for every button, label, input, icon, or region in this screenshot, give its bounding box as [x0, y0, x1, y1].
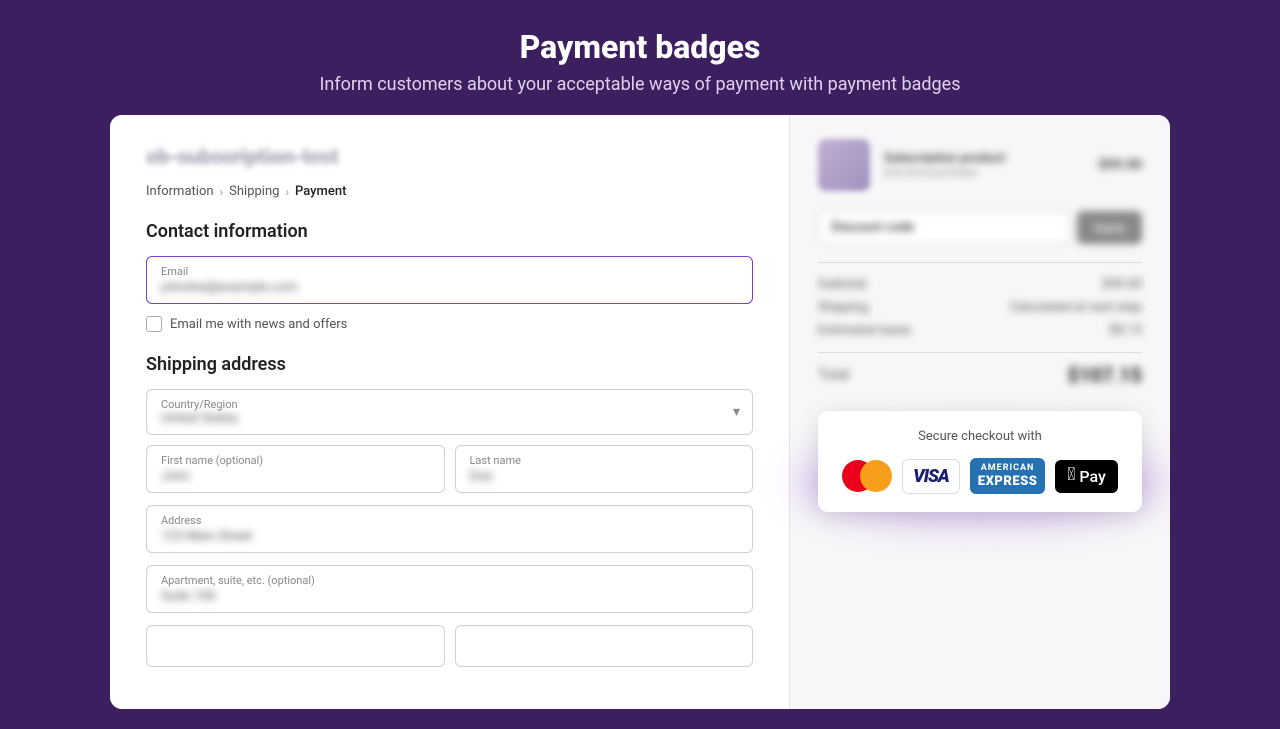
apt-field-group: Apartment, suite, etc. (optional) Suite …: [146, 565, 753, 613]
shipping-section: Shipping address Country/Region United S…: [146, 354, 753, 667]
breadcrumb-information[interactable]: Information: [146, 184, 214, 199]
amex-icon: AMERICAN EXPRESS: [970, 458, 1046, 494]
order-item-price: $99.00: [1098, 157, 1142, 173]
breadcrumb-sep-1: ›: [220, 185, 224, 199]
total-label: Total: [818, 367, 849, 383]
apple-pay-text: Pay: [1079, 467, 1105, 486]
promo-input[interactable]: Discount code: [818, 211, 1069, 244]
address-value: 123 Main Street: [161, 529, 738, 544]
estimated-value: $8.15: [1109, 323, 1142, 338]
contact-section-title: Contact information: [146, 221, 753, 242]
country-field-wrapper[interactable]: Country/Region United States ▾: [146, 389, 753, 435]
payment-badges-card: Secure checkout with VISA AMERICAN EXPRE…: [818, 411, 1142, 512]
city-field[interactable]: [146, 625, 445, 667]
first-name-wrapper: First name (optional) John: [146, 445, 445, 493]
apt-field[interactable]: Apartment, suite, etc. (optional) Suite …: [146, 565, 753, 613]
apple-pay-icon:  Pay: [1055, 460, 1117, 493]
main-container: cb-subscription-test Information › Shipp…: [110, 115, 1170, 709]
breadcrumb-shipping[interactable]: Shipping: [229, 184, 279, 199]
amex-main-text: EXPRESS: [978, 474, 1038, 490]
shipping-label: Shipping: [818, 300, 868, 315]
apt-value: Suite 100: [161, 589, 738, 604]
country-value: United States: [161, 411, 716, 426]
name-row: First name (optional) John Last name Doe: [146, 445, 753, 493]
estimated-label: Estimated taxes: [818, 323, 911, 338]
address-field[interactable]: Address 123 Main Street: [146, 505, 753, 553]
newsletter-label: Email me with news and offers: [170, 317, 347, 332]
order-summary: Subtotal $99.00 Shipping Calculated at n…: [818, 262, 1142, 338]
chevron-down-icon: ▾: [733, 404, 740, 420]
newsletter-checkbox[interactable]: [146, 316, 162, 332]
country-label: Country/Region: [161, 398, 716, 411]
estimated-taxes-row: Estimated taxes $8.15: [818, 323, 1142, 338]
order-item-sub: One-time purchase: [884, 166, 1084, 179]
subtotal-label: Subtotal: [818, 277, 866, 292]
visa-icon: VISA: [902, 459, 960, 494]
breadcrumb: Information › Shipping › Payment: [146, 184, 753, 199]
shipping-section-title: Shipping address: [146, 354, 753, 375]
apt-label: Apartment, suite, etc. (optional): [161, 574, 738, 587]
contact-section: Contact information Email johndoe@exampl…: [146, 221, 753, 332]
checkout-form-panel: cb-subscription-test Information › Shipp…: [110, 115, 790, 709]
amex-top-text: AMERICAN: [978, 463, 1038, 474]
email-value: johndoe@example.com: [161, 280, 738, 295]
payment-badges-wrapper: Secure checkout with VISA AMERICAN EXPRE…: [818, 411, 1142, 512]
shipping-value: Calculated at next step: [1010, 300, 1142, 315]
address-field-group: Address 123 Main Street: [146, 505, 753, 553]
order-item-details: Subscription product One-time purchase: [884, 151, 1084, 179]
mastercard-icon: [842, 460, 892, 492]
email-input-wrapper[interactable]: Email johndoe@example.com: [146, 256, 753, 304]
first-name-value: John: [161, 469, 430, 484]
address-label: Address: [161, 514, 738, 527]
order-item-name: Subscription product: [884, 151, 1084, 166]
store-name: cb-subscription-test: [146, 145, 753, 170]
promo-row: Discount code Apply: [818, 211, 1142, 244]
subtotal-row: Subtotal $99.00: [818, 277, 1142, 292]
mc-circle-right: [860, 460, 892, 492]
last-name-label: Last name: [470, 454, 739, 467]
breadcrumb-sep-2: ›: [285, 185, 289, 199]
total-row: Total $107.15: [818, 352, 1142, 397]
subtotal-value: $99.00: [1102, 277, 1142, 292]
newsletter-row: Email me with news and offers: [146, 316, 753, 332]
page-subtitle: Inform customers about your acceptable w…: [40, 74, 1240, 95]
payment-icons-row: VISA AMERICAN EXPRESS  Pay: [840, 458, 1120, 494]
email-label: Email: [161, 265, 738, 278]
last-name-wrapper: Last name Doe: [455, 445, 754, 493]
page-title: Payment badges: [40, 28, 1240, 66]
total-amount: $107.15: [1067, 363, 1142, 387]
promo-apply-button[interactable]: Apply: [1077, 211, 1142, 244]
breadcrumb-payment[interactable]: Payment: [295, 184, 346, 199]
first-name-field[interactable]: First name (optional) John: [146, 445, 445, 493]
last-name-value: Doe: [470, 469, 739, 484]
page-header: Payment badges Inform customers about yo…: [0, 0, 1280, 115]
order-summary-panel: Subscription product One-time purchase $…: [790, 115, 1170, 709]
secure-checkout-text: Secure checkout with: [840, 429, 1120, 444]
city-state-row: [146, 625, 753, 667]
first-name-label: First name (optional): [161, 454, 430, 467]
order-item-image: [818, 139, 870, 191]
state-field[interactable]: [455, 625, 754, 667]
shipping-row: Shipping Calculated at next step: [818, 300, 1142, 315]
order-item: Subscription product One-time purchase $…: [818, 139, 1142, 191]
email-field-group: Email johndoe@example.com: [146, 256, 753, 304]
last-name-field[interactable]: Last name Doe: [455, 445, 754, 493]
apple-logo-icon: : [1067, 466, 1075, 484]
